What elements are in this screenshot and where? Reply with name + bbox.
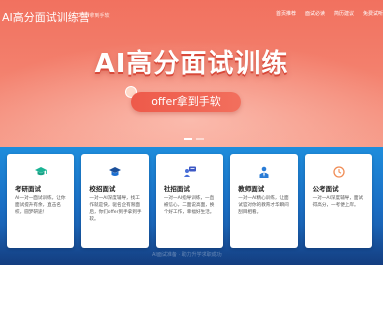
card-jiaoshi[interactable]: 教师面试 一对一AI精心训练，让面试官对你的教育才华瞬间刮目相看。 — [230, 154, 298, 248]
carousel-dot-2[interactable] — [196, 138, 204, 140]
card-desc: 一对一AI精心训练，让面试官对你的教育才华瞬间刮目相看。 — [238, 196, 289, 215]
nav-item-resume[interactable]: 简历建议 — [334, 10, 354, 17]
card-title: 公考面试 — [312, 185, 339, 193]
card-shezhao[interactable]: 社招面试 一对一AI指导训练，一直被信心，二面说高面，换个好工作，幸福好生活。 — [155, 154, 224, 248]
card-gongkao[interactable]: 公考面试 一对一AI深度辅导，面试得高分，一考便上岸。 — [304, 154, 373, 248]
carousel-dot-1[interactable] — [184, 138, 192, 140]
nav-item-must-read[interactable]: 面试必读 — [305, 10, 325, 17]
hero-headline: AI高分面试训练 — [94, 49, 289, 79]
carousel-indicators — [182, 138, 206, 140]
clock-icon — [305, 163, 373, 182]
graduation-cap-icon — [7, 163, 75, 182]
hero-offer-pill[interactable]: offer拿到手软 — [131, 92, 241, 112]
band-watermark: AI面试准备 · 助力升学求职成功 — [152, 252, 222, 258]
card-title: 社招面试 — [163, 185, 190, 193]
top-nav: 首页推荐 面试必读 简历建议 免费试听 — [267, 10, 383, 17]
hero-banner: AI高分面试训练营 Offer拿到手软 首页推荐 面试必读 简历建议 免费试听 … — [0, 0, 383, 147]
chat-user-icon — [156, 163, 224, 182]
nav-item-recommend[interactable]: 首页推荐 — [276, 10, 296, 17]
feature-cards: 考研面试 AI一对一面试训练，让你面试提升有余，直击名校，圆梦研途！ 校招面试 … — [7, 154, 379, 248]
card-title: 教师面试 — [238, 185, 265, 193]
card-kaoyan[interactable]: 考研面试 AI一对一面试训练，让你面试提升有余，直击名校，圆梦研途！ — [7, 154, 75, 248]
teacher-icon — [230, 163, 298, 182]
card-title: 考研面试 — [15, 185, 41, 193]
card-title: 校招面试 — [89, 185, 116, 193]
brand-slogan: Offer拿到手软 — [77, 13, 110, 19]
card-desc: 一对一AI深度辅导，找工作就是快，驱名企有限面后，你们offer到手拿到手软。 — [89, 196, 142, 222]
card-desc: 一对一AI深度辅导，面试得高分，一考便上岸。 — [312, 196, 364, 208]
nav-item-free-trial[interactable]: 免费试听 — [363, 10, 383, 17]
mortarboard-icon — [81, 163, 149, 182]
card-xiaozhao[interactable]: 校招面试 一对一AI深度辅导，找工作就是快，驱名企有限面后，你们offer到手拿… — [81, 154, 149, 248]
card-desc: 一对一AI指导训练，一直被信心，二面说高面，换个好工作，幸福好生活。 — [163, 196, 215, 215]
card-desc: AI一对一面试训练，让你面试提升有余，直击名校，圆梦研途！ — [15, 196, 66, 215]
